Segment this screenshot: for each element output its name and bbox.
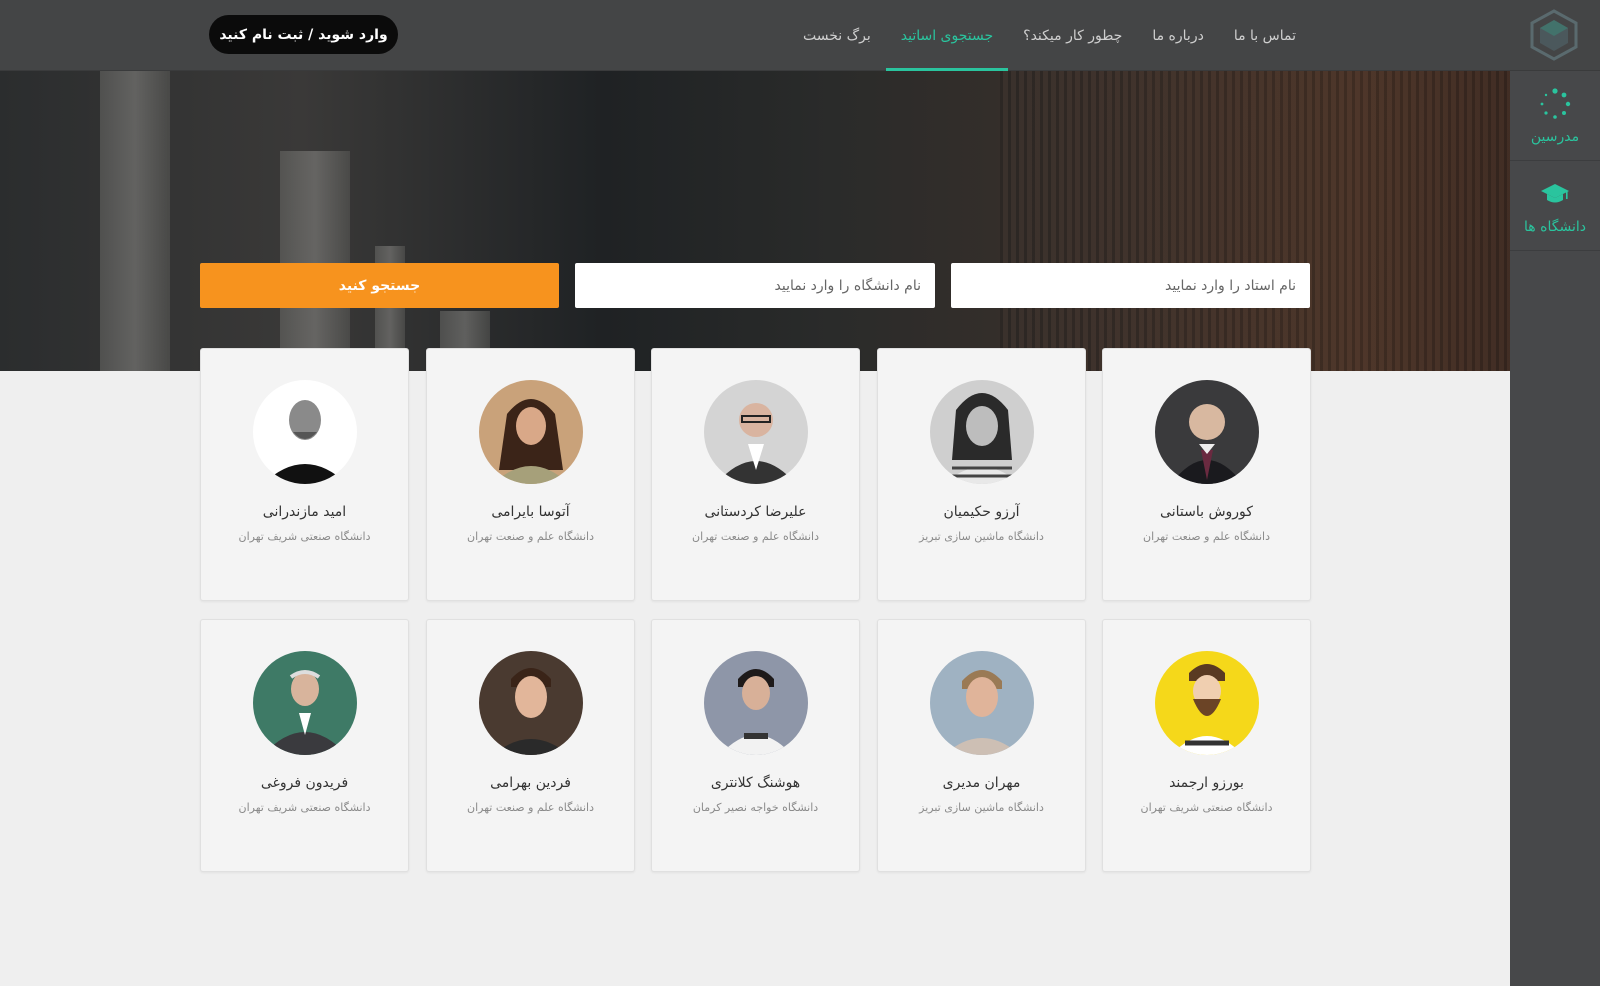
teacher-name: فریدون فروغی <box>260 775 349 791</box>
teacher-name: فردین بهرامی <box>490 775 571 791</box>
teacher-card[interactable]: هوشنگ کلانتری دانشگاه خواجه نصیر کرمان <box>651 619 860 872</box>
teacher-university: دانشگاه ماشین سازی تبریز <box>919 801 1044 814</box>
avatar <box>478 380 583 484</box>
teacher-name: کوروش باستانی <box>1160 504 1253 520</box>
teacher-university: دانشگاه علم و صنعت تهران <box>1143 530 1270 543</box>
teacher-name: آرزو حکیمیان <box>943 504 1020 520</box>
nav-search-teachers[interactable]: جستجوی اساتید <box>885 0 1009 71</box>
top-navbar: وارد شوید / ثبت نام کنید برگ نخست جستجوی… <box>0 0 1600 71</box>
teacher-university: دانشگاه صنعتی شریف تهران <box>1140 801 1273 814</box>
teacher-university: دانشگاه خواجه نصیر کرمان <box>692 801 819 814</box>
teacher-card[interactable]: کوروش باستانی دانشگاه علم و صنعت تهران <box>1102 348 1311 601</box>
avatar <box>703 651 808 755</box>
spinner-dots-icon <box>1539 87 1571 121</box>
teacher-name: علیرضا کردستانی <box>704 504 807 520</box>
teacher-university: دانشگاه صنعتی شریف تهران <box>238 801 371 814</box>
nav-home[interactable]: برگ نخست <box>788 0 886 71</box>
teacher-name-input[interactable]: نام استاد را وارد نمایید <box>951 263 1310 308</box>
university-name-input[interactable]: نام دانشگاه را وارد نمایید <box>575 263 935 308</box>
teacher-card[interactable]: فریدون فروغی دانشگاه صنعتی شریف تهران <box>200 619 409 872</box>
sidebar-item-teachers[interactable]: مدرسین <box>1510 71 1600 161</box>
avatar <box>929 380 1034 484</box>
teacher-card[interactable]: فردین بهرامی دانشگاه علم و صنعت تهران <box>426 619 635 872</box>
teacher-card[interactable]: بورزو ارجمند دانشگاه صنعتی شریف تهران <box>1102 619 1311 872</box>
teacher-name: هوشنگ کلانتری <box>710 775 801 791</box>
teacher-name: آتوسا بایرامی <box>491 504 570 520</box>
hero-decor <box>100 71 170 371</box>
teacher-card[interactable]: آرزو حکیمیان دانشگاه ماشین سازی تبریز <box>877 348 1086 601</box>
teacher-card[interactable]: مهران مدیری دانشگاه ماشین سازی تبریز <box>877 619 1086 872</box>
teacher-card[interactable]: امید مازندرانی دانشگاه صنعتی شریف تهران <box>200 348 409 601</box>
sidebar-item-universities[interactable]: دانشگاه ها <box>1510 161 1600 251</box>
teacher-university: دانشگاه علم و صنعت تهران <box>692 530 819 543</box>
sidebar-item-label: دانشگاه ها <box>1524 218 1586 235</box>
hero-banner: نام استاد را وارد نمایید نام دانشگاه را … <box>0 71 1510 371</box>
nav-how-it-works[interactable]: چطور کار میکند؟ <box>1008 0 1137 71</box>
teacher-university: دانشگاه ماشین سازی تبریز <box>919 530 1044 543</box>
teacher-name: بورزو ارجمند <box>1169 775 1244 791</box>
avatar <box>1154 380 1259 484</box>
teacher-university: دانشگاه علم و صنعت تهران <box>467 530 594 543</box>
main-nav: برگ نخست جستجوی اساتید چطور کار میکند؟ د… <box>788 0 1311 71</box>
logo-icon[interactable] <box>1528 8 1580 62</box>
teacher-university: دانشگاه صنعتی شریف تهران <box>238 530 371 543</box>
search-button[interactable]: جستجو کنید <box>200 263 559 308</box>
avatar <box>252 380 357 484</box>
nav-about[interactable]: درباره ما <box>1137 0 1218 71</box>
hero-decor <box>1000 71 1510 371</box>
login-register-button[interactable]: وارد شوید / ثبت نام کنید <box>209 15 398 54</box>
right-sidebar: مدرسین دانشگاه ها <box>1510 71 1600 986</box>
sidebar-item-label: مدرسین <box>1530 128 1580 145</box>
avatar <box>929 651 1034 755</box>
teacher-card[interactable]: علیرضا کردستانی دانشگاه علم و صنعت تهران <box>651 348 860 601</box>
avatar <box>1154 651 1259 755</box>
nav-contact[interactable]: تماس با ما <box>1219 0 1311 71</box>
teacher-name: مهران مدیری <box>942 775 1021 791</box>
graduation-cap-icon <box>1540 177 1570 211</box>
teacher-name: امید مازندرانی <box>262 504 347 520</box>
avatar <box>252 651 357 755</box>
teacher-university: دانشگاه علم و صنعت تهران <box>467 801 594 814</box>
teacher-card[interactable]: آتوسا بایرامی دانشگاه علم و صنعت تهران <box>426 348 635 601</box>
hero-decor <box>280 151 350 371</box>
avatar <box>478 651 583 755</box>
avatar <box>703 380 808 484</box>
